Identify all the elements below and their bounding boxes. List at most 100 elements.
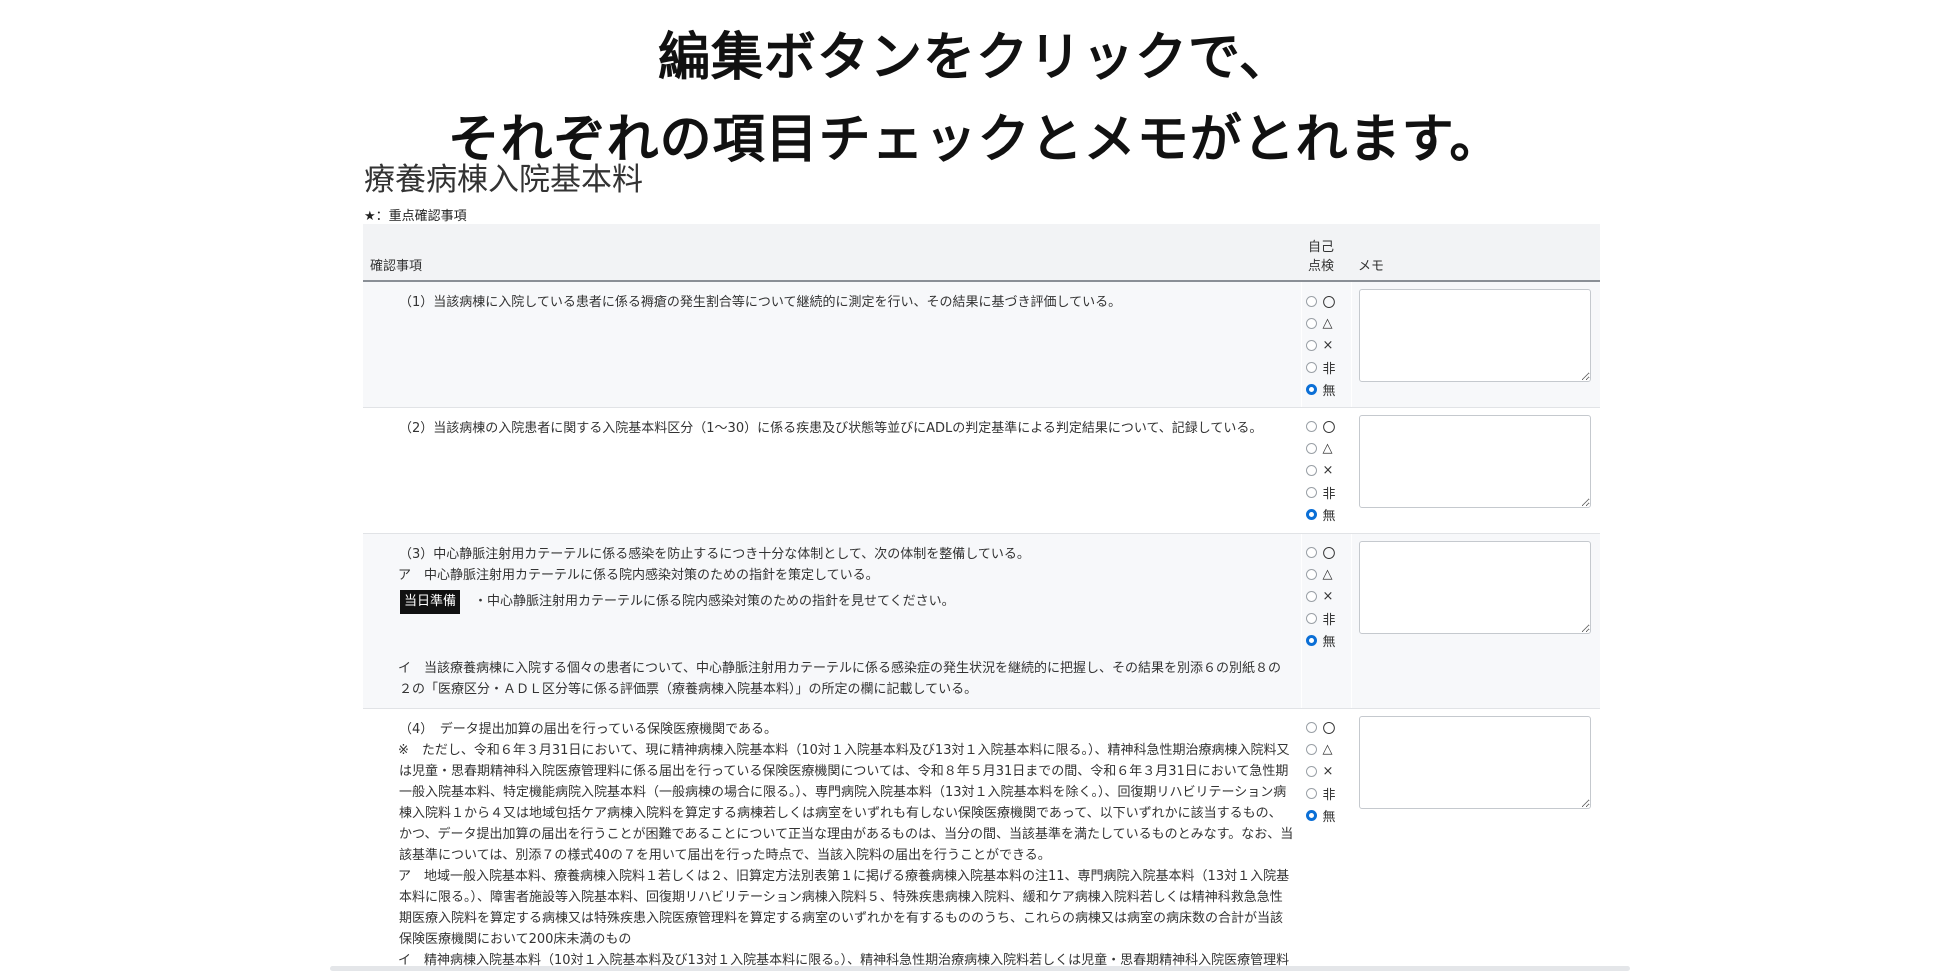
self-check-cell: 〇 △ × 非 無 [1301, 708, 1352, 970]
radio-button[interactable] [1305, 613, 1317, 624]
option-circle[interactable]: 〇 [1305, 542, 1351, 564]
option-not-applicable[interactable]: 非 [1305, 783, 1351, 805]
memo-textarea[interactable] [1358, 540, 1591, 634]
legend-note: ★：重点確認事項 [364, 209, 467, 224]
option-label: △ [1322, 567, 1333, 582]
option-triangle[interactable]: △ [1305, 438, 1351, 460]
header-item: 確認事項 [363, 224, 1301, 282]
item-text: （1）当該病棟に入院している患者に係る褥瘡の発生割合等について継続的に測定を行い… [399, 295, 1122, 310]
option-cross[interactable]: × [1305, 761, 1351, 783]
table-row: （4） データ提出加算の届出を行っている保険医療機関である。 ※ ただし、令和６… [363, 708, 1600, 970]
option-triangle[interactable]: △ [1305, 564, 1351, 586]
option-none[interactable]: 無 [1305, 630, 1351, 652]
option-circle[interactable]: 〇 [1305, 416, 1351, 438]
radio-button-selected[interactable] [1305, 810, 1317, 821]
item-text: （4） データ提出加算の届出を行っている保険医療機関である。 [399, 721, 777, 737]
option-label: 〇 [1322, 722, 1336, 737]
option-label: 無 [1322, 509, 1336, 524]
option-label: 無 [1322, 383, 1336, 399]
option-label: △ [1322, 315, 1333, 331]
radio-button[interactable] [1305, 361, 1317, 373]
option-not-applicable[interactable]: 非 [1305, 356, 1351, 378]
prep-text: ・中心静脈注射用カテーテルに係る院内感染対策のための指針を見せてください。 [474, 593, 955, 609]
radio-button[interactable] [1305, 487, 1317, 498]
option-label: 〇 [1322, 295, 1336, 311]
memo-cell [1351, 708, 1600, 970]
option-circle[interactable]: 〇 [1305, 290, 1351, 312]
option-none[interactable]: 無 [1305, 504, 1351, 526]
option-label: × [1322, 463, 1334, 478]
item-text-a: ア 地域一般入院基本料、療養病棟入院料１若しくは２、旧算定方法別表第１に掲げる療… [398, 868, 1290, 947]
option-label: 非 [1322, 487, 1336, 502]
option-label: 無 [1322, 635, 1336, 650]
checklist-table: 確認事項 自己 点検 メモ （1）当該病棟に入院している患者に係る褥瘡の発生割合… [363, 224, 1600, 970]
table-row: （2）当該病棟の入院患者に関する入院基本料区分（1～30）に係る疾患及び状態等並… [363, 407, 1600, 534]
item-text-a: ア 中心静脈注射用カテーテルに係る院内感染対策のための指針を策定している。 [398, 567, 879, 583]
prep-line: 当日準備 ・中心静脈注射用カテーテルに係る院内感染対策のための指針を見せてください… [400, 586, 1294, 618]
option-cross[interactable]: × [1305, 460, 1351, 482]
radio-button[interactable] [1305, 443, 1317, 454]
option-not-applicable[interactable]: 非 [1305, 608, 1351, 630]
option-cross[interactable]: × [1305, 586, 1351, 608]
radio-button[interactable] [1305, 766, 1317, 777]
radio-button-selected[interactable] [1305, 383, 1317, 395]
radio-button[interactable] [1305, 317, 1317, 329]
item-cell: （1）当該病棟に入院している患者に係る褥瘡の発生割合等について継続的に測定を行い… [363, 281, 1302, 408]
option-label: △ [1322, 742, 1333, 757]
option-label: △ [1322, 441, 1333, 456]
table-header-row: 確認事項 自己 点検 メモ [363, 224, 1600, 282]
option-none[interactable]: 無 [1305, 805, 1351, 827]
radio-button[interactable] [1305, 295, 1317, 307]
option-label: 〇 [1322, 547, 1336, 562]
self-check-cell: 〇 △ × 非 無 [1301, 281, 1352, 408]
checklist-panel: 療養病棟入院基本料 ★：重点確認事項 確認事項 自己 点検 メモ （1）当該病棟… [363, 148, 1600, 970]
header-self-check-line2: 点検 [1308, 259, 1335, 274]
radio-button[interactable] [1305, 465, 1317, 476]
same-day-prep-badge: 当日準備 [400, 589, 461, 614]
option-none[interactable]: 無 [1305, 378, 1351, 400]
radio-button-selected[interactable] [1305, 509, 1317, 520]
memo-textarea[interactable] [1358, 289, 1591, 382]
option-label: 無 [1322, 810, 1336, 825]
item-cell: （4） データ提出加算の届出を行っている保険医療機関である。 ※ ただし、令和６… [363, 708, 1302, 970]
table-row: （1）当該病棟に入院している患者に係る褥瘡の発生割合等について継続的に測定を行い… [363, 281, 1600, 408]
item-text-b: イ 当該療養病棟に入院する個々の患者について、中心静脈注射用カテーテルに係る感染… [398, 660, 1281, 697]
memo-textarea[interactable] [1358, 715, 1591, 809]
banner-line-1: 編集ボタンをクリックで、 [658, 28, 1292, 88]
option-not-applicable[interactable]: 非 [1305, 482, 1351, 504]
radio-button[interactable] [1305, 547, 1317, 558]
option-label: 〇 [1322, 421, 1336, 436]
radio-button[interactable] [1305, 744, 1317, 755]
option-label: × [1322, 337, 1334, 353]
radio-button[interactable] [1305, 788, 1317, 799]
memo-cell [1351, 407, 1600, 534]
option-circle[interactable]: 〇 [1305, 717, 1351, 739]
header-self-check-line1: 自己 [1308, 240, 1335, 255]
option-label: 非 [1322, 361, 1336, 377]
item-text: （2）当該病棟の入院患者に関する入院基本料区分（1～30）に係る疾患及び状態等並… [399, 420, 1263, 436]
radio-button-selected[interactable] [1305, 635, 1317, 646]
option-label: 非 [1322, 613, 1336, 628]
header-memo: メモ [1351, 224, 1600, 282]
option-cross[interactable]: × [1305, 334, 1351, 356]
radio-button[interactable] [1305, 591, 1317, 602]
memo-cell [1351, 281, 1600, 408]
memo-textarea[interactable] [1358, 414, 1591, 508]
item-cell: （3）中心静脈注射用カテーテルに係る感染を防止するにつき十分な体制として、次の体… [363, 533, 1302, 709]
item-cell: （2）当該病棟の入院患者に関する入院基本料区分（1～30）に係る疾患及び状態等並… [363, 407, 1302, 534]
memo-cell [1351, 533, 1600, 709]
item-text: （3）中心静脈注射用カテーテルに係る感染を防止するにつき十分な体制として、次の体… [399, 546, 1030, 562]
radio-button[interactable] [1305, 339, 1317, 351]
self-check-cell: 〇 △ × 非 無 [1301, 407, 1352, 534]
item-text-note: ※ ただし、令和６年３月31日において、現に精神病棟入院基本料（10対１入院基本… [398, 742, 1294, 863]
radio-button[interactable] [1305, 569, 1317, 580]
option-triangle[interactable]: △ [1305, 739, 1351, 761]
radio-button[interactable] [1305, 722, 1317, 733]
radio-button[interactable] [1305, 421, 1317, 432]
table-row: （3）中心静脈注射用カテーテルに係る感染を防止するにつき十分な体制として、次の体… [363, 533, 1600, 709]
option-label: × [1322, 589, 1334, 604]
horizontal-scrollbar[interactable] [330, 966, 1630, 971]
option-label: × [1322, 764, 1334, 779]
option-triangle[interactable]: △ [1305, 312, 1351, 334]
